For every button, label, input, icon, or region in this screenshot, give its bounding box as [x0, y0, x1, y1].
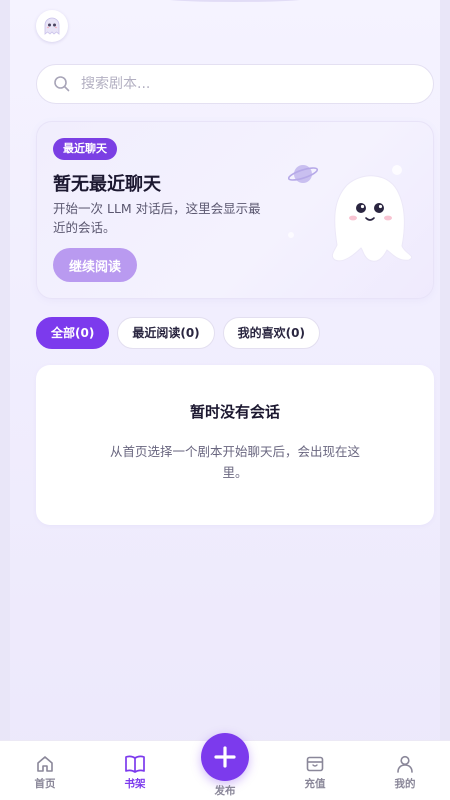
nav-label-publish: 发布 [214, 785, 236, 797]
search-input[interactable] [81, 76, 401, 92]
recent-chat-title: 暂无最近聊天 [53, 174, 161, 195]
nav-label-bookshelf: 书架 [124, 778, 146, 790]
continue-reading-button[interactable]: 继续阅读 [53, 248, 137, 282]
nav-label-home: 首页 [34, 778, 56, 790]
home-icon [37, 756, 53, 772]
recent-chat-card: 最近聊天 暂无最近聊天 开始一次 LLM 对话后，这里会显示最近的会话。 继续阅… [36, 121, 434, 299]
user-icon [397, 755, 413, 773]
top-arc-decoration [160, 0, 310, 2]
tab-my-favorites[interactable]: 我的喜欢(0) [222, 317, 320, 349]
empty-state-description: 从首页选择一个剧本开始聊天后，会出现在这里。 [109, 444, 360, 480]
page-background: 最近聊天 暂无最近聊天 开始一次 LLM 对话后，这里会显示最近的会话。 继续阅… [10, 0, 440, 800]
nav-item-mine[interactable]: 我的 [375, 753, 435, 791]
nav-label-mine: 我的 [394, 778, 416, 790]
nav-label-recharge: 充值 [304, 778, 326, 790]
plus-icon [214, 746, 236, 768]
search-icon [54, 76, 70, 92]
empty-state-card: 暂时没有会话 从首页选择一个剧本开始聊天后，会出现在这里。 [36, 365, 434, 525]
avatar[interactable] [36, 10, 68, 42]
book-icon [125, 755, 145, 773]
nav-item-home[interactable]: 首页 [15, 753, 75, 791]
tab-all[interactable]: 全部(0) [36, 317, 110, 349]
nav-item-recharge[interactable]: 充值 [285, 753, 345, 791]
recent-chat-description: 开始一次 LLM 对话后，这里会显示最近的会话。 [53, 201, 261, 235]
ghost-avatar-icon [44, 17, 60, 35]
wallet-icon [306, 756, 324, 772]
tab-recent-reading[interactable]: 最近阅读(0) [117, 317, 215, 349]
filter-tabs: 全部(0) 最近阅读(0) 我的喜欢(0) [36, 317, 320, 349]
ghost-illustration [287, 165, 413, 262]
nav-item-bookshelf[interactable]: 书架 [105, 753, 165, 791]
publish-button[interactable] [201, 733, 249, 781]
planet-icon [287, 165, 319, 183]
search-bar[interactable] [36, 64, 434, 104]
recent-chat-badge: 最近聊天 [53, 138, 117, 160]
empty-state-title: 暂时没有会话 [189, 403, 280, 421]
